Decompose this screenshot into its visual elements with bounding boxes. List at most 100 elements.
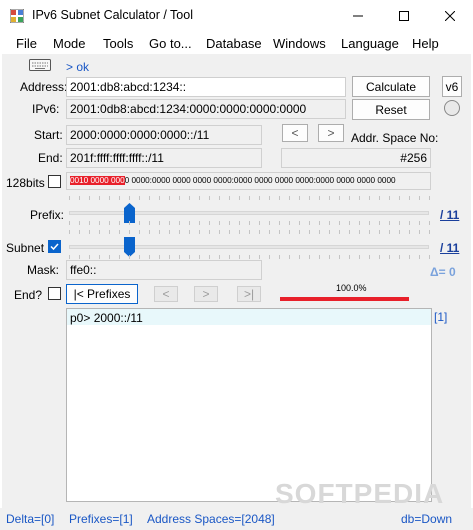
slider-tick xyxy=(389,230,390,234)
menu-mode[interactable]: Mode xyxy=(53,36,86,51)
slider-tick xyxy=(429,255,430,259)
results-row-text: p0> 2000::/11 xyxy=(70,311,143,325)
slider-tick xyxy=(379,230,380,234)
prefixes-button[interactable]: |< Prefixes xyxy=(66,284,138,304)
subnet-slider-thumb[interactable] xyxy=(124,237,135,257)
slider-tick xyxy=(349,255,350,259)
slider-tick xyxy=(139,196,140,200)
next-button[interactable]: > xyxy=(194,286,218,302)
slider-tick xyxy=(189,230,190,234)
slider-tick xyxy=(99,230,100,234)
slider-tick xyxy=(89,196,90,200)
slider-tick xyxy=(69,196,70,200)
prev-space-button[interactable]: < xyxy=(282,124,308,142)
slider-tick xyxy=(339,255,340,259)
slider-tick xyxy=(319,255,320,259)
results-count: [1] xyxy=(434,310,448,324)
menu-file[interactable]: File xyxy=(16,36,37,51)
slider-tick xyxy=(209,196,210,200)
slider-tick xyxy=(419,196,420,200)
slider-tick xyxy=(299,230,300,234)
slider-tick xyxy=(299,255,300,259)
slider-tick xyxy=(179,196,180,200)
slider-tick xyxy=(359,230,360,234)
slider-tick xyxy=(369,196,370,200)
minimize-button[interactable] xyxy=(335,0,381,32)
bits-label: 128bits xyxy=(6,176,45,190)
slider-tick xyxy=(219,221,220,225)
menu-database[interactable]: Database xyxy=(206,36,262,51)
slider-tick xyxy=(139,255,140,259)
address-label: Address: xyxy=(20,80,68,94)
menu-tools[interactable]: Tools xyxy=(103,36,133,51)
end-q-label: End? xyxy=(14,288,43,302)
slider-tick xyxy=(219,255,220,259)
slider-tick xyxy=(239,255,240,259)
slider-tick xyxy=(409,230,410,234)
slider-tick xyxy=(349,230,350,234)
calculate-button[interactable]: Calculate xyxy=(352,76,430,97)
close-button[interactable] xyxy=(427,0,473,32)
maximize-button[interactable] xyxy=(381,0,427,32)
next-space-button[interactable]: > xyxy=(318,124,344,142)
slider-tick xyxy=(229,221,230,225)
slider-tick xyxy=(129,230,130,234)
subnet-value: / 11 xyxy=(440,241,460,255)
slider-tick xyxy=(149,255,150,259)
prefix-value: / 11 xyxy=(440,208,460,222)
slider-tick xyxy=(79,230,80,234)
subnet-slider[interactable] xyxy=(66,230,432,260)
end-label: End: xyxy=(38,151,63,165)
v6-toggle-button[interactable]: v6 xyxy=(442,76,462,97)
slider-tick xyxy=(129,221,130,225)
slider-tick xyxy=(299,221,300,225)
slider-tick xyxy=(129,255,130,259)
slider-tick xyxy=(209,255,210,259)
slider-tick xyxy=(79,255,80,259)
last-button[interactable]: >| xyxy=(237,286,261,302)
slider-tick xyxy=(229,196,230,200)
address-input[interactable]: 2001:db8:abcd:1234:: xyxy=(66,77,346,97)
slider-tick xyxy=(339,196,340,200)
slider-tick xyxy=(289,196,290,200)
prefix-ticks-top xyxy=(66,196,432,201)
end-checkbox[interactable] xyxy=(48,287,61,300)
menu-windows[interactable]: Windows xyxy=(273,36,326,51)
slider-tick xyxy=(309,230,310,234)
slider-tick xyxy=(249,255,250,259)
slider-tick xyxy=(99,255,100,259)
reset-button[interactable]: Reset xyxy=(352,99,430,120)
bits-checkbox[interactable] xyxy=(48,175,61,188)
slider-tick xyxy=(279,255,280,259)
slider-tick xyxy=(249,230,250,234)
prefix-slider-thumb[interactable] xyxy=(124,203,135,223)
results-selected-row[interactable]: p0> 2000::/11 xyxy=(67,309,431,325)
slider-tick xyxy=(399,196,400,200)
slider-tick xyxy=(189,196,190,200)
status-indicator xyxy=(444,100,460,116)
slider-tick xyxy=(319,196,320,200)
slider-tick xyxy=(419,230,420,234)
slider-tick xyxy=(409,221,410,225)
menu-language[interactable]: Language xyxy=(341,36,399,51)
slider-tick xyxy=(159,196,160,200)
slider-tick xyxy=(219,196,220,200)
results-list[interactable]: p0> 2000::/11 xyxy=(66,308,432,502)
slider-tick xyxy=(339,221,340,225)
subnet-label: Subnet xyxy=(6,241,45,255)
slider-tick xyxy=(229,255,230,259)
prev-button[interactable]: < xyxy=(154,286,178,302)
addr-space-output: #256 xyxy=(281,148,431,168)
ok-link[interactable]: > ok xyxy=(66,60,89,74)
menu-goto[interactable]: Go to... xyxy=(149,36,192,51)
subnet-checkbox[interactable] xyxy=(48,240,61,253)
slider-tick xyxy=(209,230,210,234)
mask-label: Mask: xyxy=(27,263,60,277)
slider-tick xyxy=(199,230,200,234)
slider-tick xyxy=(189,221,190,225)
slider-tick xyxy=(169,230,170,234)
prefix-slider[interactable] xyxy=(66,196,432,226)
keyboard-icon[interactable] xyxy=(29,59,51,71)
menu-help[interactable]: Help xyxy=(412,36,439,51)
slider-tick xyxy=(279,230,280,234)
